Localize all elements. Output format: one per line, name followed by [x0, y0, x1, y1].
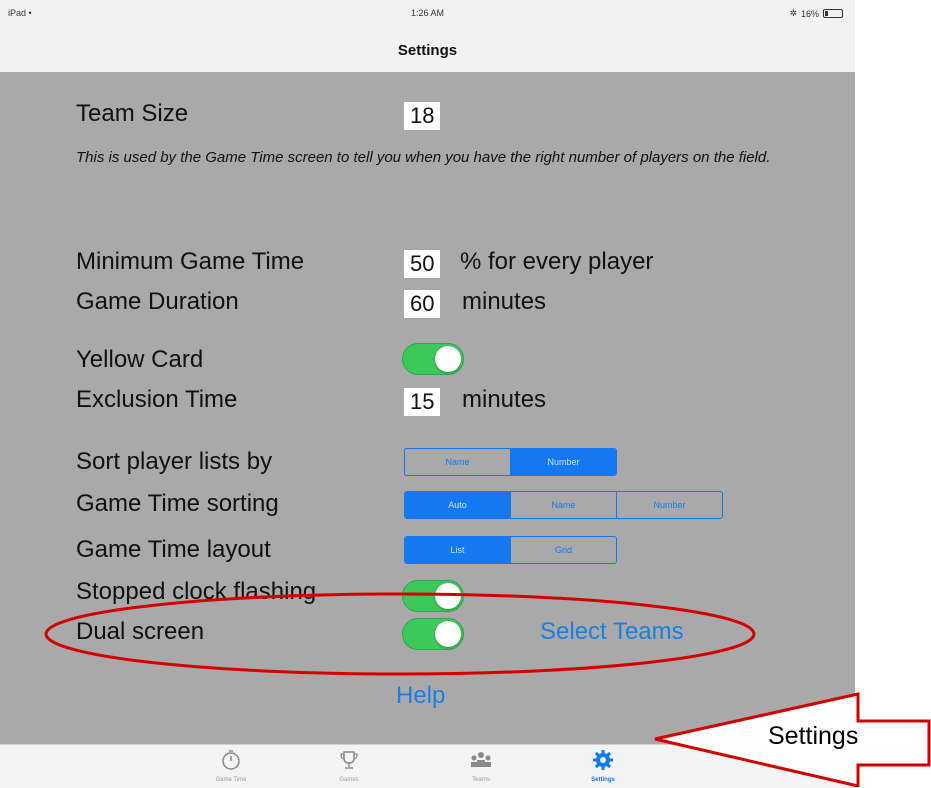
yellow-card-label: Yellow Card — [76, 346, 204, 373]
tab-label: Game Time — [215, 777, 247, 783]
sort-players-option-name[interactable]: Name — [405, 449, 511, 475]
min-game-time-suffix: % for every player — [460, 248, 654, 275]
sort-players-label: Sort player lists by — [76, 448, 273, 475]
annotation-label: Settings — [768, 722, 859, 750]
sort-players-segmented: Name Number — [404, 448, 617, 476]
game-duration-field[interactable]: 60 — [404, 290, 441, 318]
dual-screen-toggle[interactable] — [402, 618, 464, 650]
toggle-knob — [435, 621, 461, 647]
team-size-description: This is used by the Game Time screen to … — [76, 149, 771, 166]
exclusion-time-label: Exclusion Time — [76, 386, 238, 413]
stopped-clock-label: Stopped clock flashing — [76, 578, 317, 605]
tab-game-time[interactable]: Game Time — [196, 749, 266, 783]
game-time-layout-label: Game Time layout — [76, 536, 271, 563]
toggle-knob — [435, 583, 461, 609]
tab-label: Games — [339, 777, 359, 783]
trophy-icon — [340, 751, 358, 769]
game-duration-suffix: minutes — [462, 288, 547, 315]
settings-panel: Team Size 18 This is used by the Game Ti… — [0, 72, 855, 744]
min-game-time-label: Minimum Game Time — [76, 248, 305, 275]
game-duration-label: Game Duration — [76, 288, 239, 315]
team-size-label: Team Size — [76, 100, 189, 127]
ipad-screen: iPad • 1:26 AM ✲ 16% Settings Team Size … — [0, 0, 855, 788]
bluetooth-icon: ✲ — [789, 8, 797, 18]
dual-screen-label: Dual screen — [76, 618, 205, 645]
game-time-sorting-option-number[interactable]: Number — [617, 492, 722, 518]
battery-percent: 16% — [800, 8, 819, 19]
stopped-clock-toggle[interactable] — [402, 580, 464, 612]
navigation-bar: Settings — [0, 32, 855, 73]
exclusion-time-field[interactable]: 15 — [404, 388, 441, 416]
tab-games[interactable]: Games — [314, 749, 384, 783]
game-time-sorting-segmented: Auto Name Number — [404, 491, 723, 519]
game-time-layout-option-grid[interactable]: Grid — [511, 537, 616, 563]
help-link[interactable]: Help — [396, 682, 445, 710]
yellow-card-toggle[interactable] — [402, 343, 464, 375]
stopwatch-icon — [222, 750, 240, 770]
tab-bar: Game Time Games Teams Settings — [0, 744, 855, 788]
min-game-time-field[interactable]: 50 — [404, 250, 441, 278]
battery-icon — [823, 9, 843, 18]
status-time: 1:26 AM — [410, 8, 445, 18]
team-size-field[interactable]: 18 — [404, 102, 441, 130]
status-bar: iPad • 1:26 AM ✲ 16% — [0, 0, 855, 32]
game-time-sorting-label: Game Time sorting — [76, 490, 279, 517]
exclusion-time-suffix: minutes — [462, 386, 547, 413]
sort-players-option-number[interactable]: Number — [511, 449, 616, 475]
game-time-layout-option-list[interactable]: List — [405, 537, 511, 563]
page-title: Settings — [397, 42, 458, 59]
game-time-sorting-option-name[interactable]: Name — [511, 492, 617, 518]
gear-icon — [593, 750, 613, 770]
tab-label: Settings — [591, 777, 615, 783]
team-icon — [471, 752, 491, 767]
battery-status: ✲ 16% — [789, 8, 843, 19]
select-teams-link[interactable]: Select Teams — [540, 618, 684, 646]
game-time-sorting-option-auto[interactable]: Auto — [405, 492, 511, 518]
game-time-layout-segmented: List Grid — [404, 536, 617, 564]
tab-label: Teams — [472, 777, 490, 783]
toggle-knob — [435, 346, 461, 372]
tab-teams[interactable]: Teams — [446, 749, 516, 783]
tab-settings[interactable]: Settings — [568, 749, 638, 783]
